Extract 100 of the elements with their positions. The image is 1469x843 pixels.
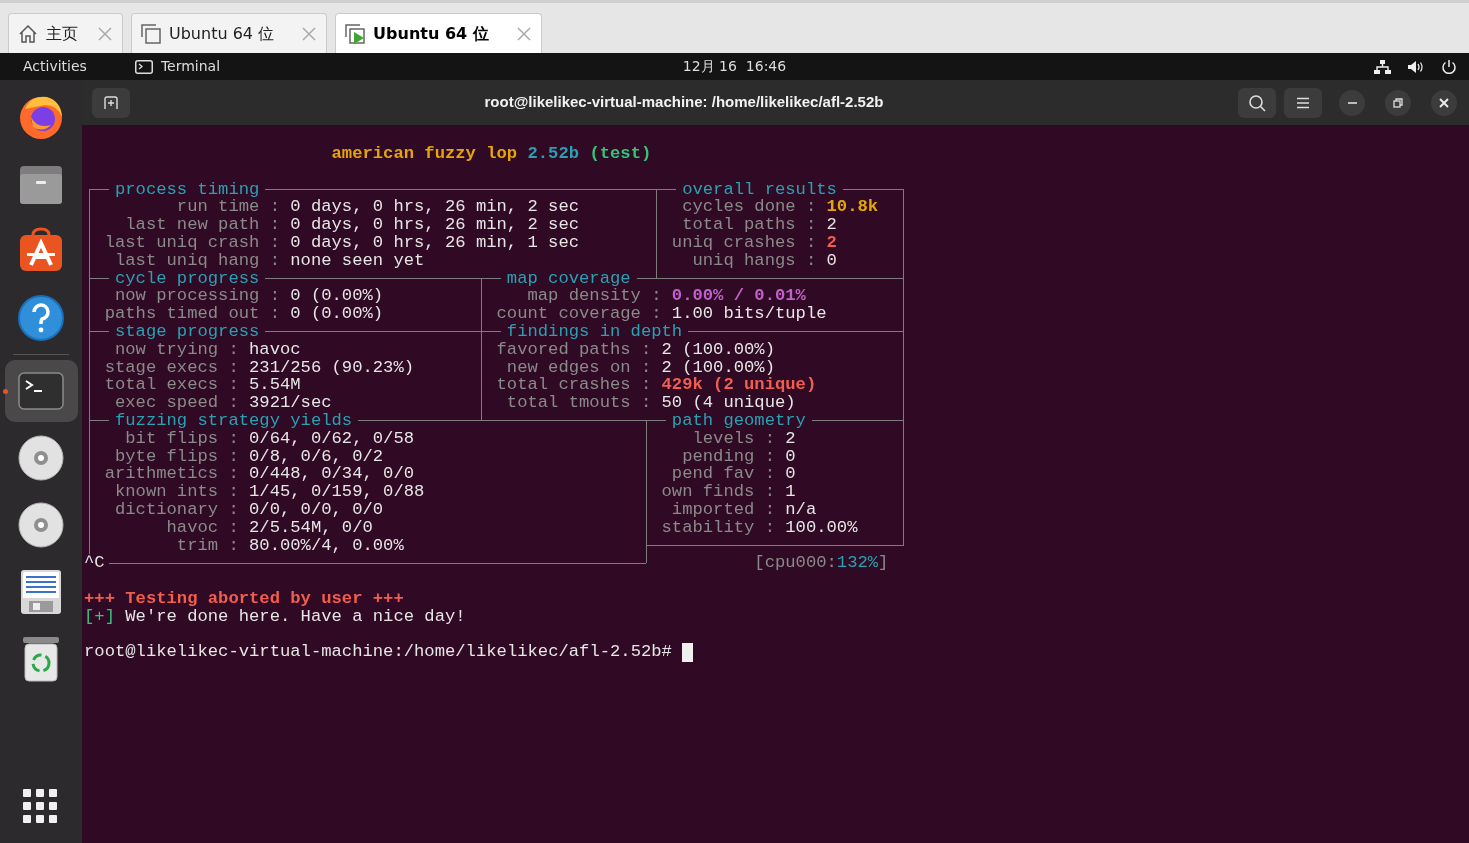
stat-label: total execs : bbox=[104, 376, 239, 395]
message-text: We're done here. Have a nice day! bbox=[125, 607, 466, 626]
disc-icon[interactable] bbox=[17, 434, 65, 482]
home-icon bbox=[18, 23, 38, 44]
stat-value: 2 (100.00%) bbox=[661, 358, 775, 377]
stat-label: pending : bbox=[682, 447, 775, 466]
browser-tab[interactable]: Ubuntu 64 位 bbox=[131, 13, 328, 53]
close-icon bbox=[1438, 96, 1450, 109]
stat-label: total tmouts : bbox=[506, 394, 652, 412]
stat-value: 0.00% / 0.01% bbox=[671, 287, 806, 306]
stat-label: bit flips : bbox=[125, 429, 239, 448]
stat-value: 2 bbox=[826, 216, 837, 234]
stat-label: total paths : bbox=[682, 216, 817, 234]
restore-icon bbox=[1392, 96, 1404, 109]
stat-value: 231/256 (90.23%) bbox=[249, 358, 414, 377]
stat-value: 429k (2 unique) bbox=[661, 376, 817, 395]
restore-button[interactable] bbox=[1385, 89, 1411, 116]
stat-value: 3921/sec bbox=[249, 394, 332, 412]
stat-label: now trying : bbox=[114, 340, 239, 359]
text-cursor bbox=[682, 642, 694, 662]
stat-value: 100.00% bbox=[785, 518, 858, 537]
stat-value: 0 bbox=[785, 447, 796, 466]
stat-value: 2 bbox=[785, 429, 796, 448]
search-button[interactable] bbox=[1238, 87, 1276, 118]
stat-label: exec speed : bbox=[114, 394, 239, 412]
app-grid-icon[interactable] bbox=[23, 789, 59, 823]
stat-label: new edges on : bbox=[506, 358, 652, 377]
stat-label: havoc : bbox=[166, 518, 239, 537]
stat-value: 0/0, 0/0, 0/0 bbox=[249, 500, 384, 519]
activities-button[interactable]: Activities bbox=[23, 56, 87, 77]
stat-label: last uniq hang : bbox=[114, 251, 280, 270]
stat-value: 1.00 bits/tuple bbox=[671, 305, 827, 323]
stat-value: 0 days, 0 hrs, 26 min, 2 sec bbox=[290, 216, 579, 234]
error-message: +++ Testing aborted by user +++ bbox=[84, 589, 404, 608]
menu-icon bbox=[1296, 96, 1310, 109]
stat-label: favored paths : bbox=[496, 340, 652, 359]
new-tab-icon bbox=[103, 95, 119, 110]
stat-label: now processing : bbox=[114, 287, 280, 306]
stat-label: dictionary : bbox=[114, 500, 239, 519]
stat-value: 0 days, 0 hrs, 26 min, 2 sec bbox=[290, 198, 579, 217]
help-icon[interactable] bbox=[17, 294, 65, 342]
stat-value: 0 days, 0 hrs, 26 min, 1 sec bbox=[290, 234, 579, 252]
stat-label: last uniq crash : bbox=[104, 234, 280, 252]
stat-label: uniq hangs : bbox=[692, 251, 817, 270]
stat-label: arithmetics : bbox=[104, 465, 239, 484]
clock[interactable]: 12月 16 16:46 bbox=[682, 56, 787, 77]
stat-value: 50 (4 unique) bbox=[661, 394, 796, 412]
new-tab-button[interactable] bbox=[92, 87, 130, 118]
minimize-icon bbox=[1347, 101, 1357, 104]
network-icon[interactable] bbox=[1374, 59, 1391, 74]
stat-value: 2 (100.00%) bbox=[661, 340, 775, 359]
menu-button[interactable] bbox=[1284, 87, 1322, 118]
stat-value: 10.8k bbox=[826, 198, 879, 217]
stat-label: count coverage : bbox=[496, 305, 662, 323]
stat-value: 2/5.54M, 0/0 bbox=[249, 518, 373, 537]
stat-label: map density : bbox=[527, 287, 662, 306]
stat-label: run time : bbox=[176, 198, 280, 217]
search-icon bbox=[1248, 93, 1266, 112]
running-indicator bbox=[2, 389, 8, 394]
stat-value: 0/64, 0/62, 0/58 bbox=[249, 429, 414, 448]
stat-label: levels : bbox=[692, 429, 775, 448]
stat-label: trim : bbox=[176, 536, 239, 555]
terminal-icon bbox=[134, 59, 153, 74]
stat-value: n/a bbox=[785, 500, 817, 519]
window-title: root@likelikec-virtual-machine: /home/likelikec/afl-2.52b bbox=[483, 92, 885, 113]
stat-value: 1 bbox=[785, 483, 796, 501]
stat-value: 1/45, 0/159, 0/88 bbox=[249, 483, 425, 501]
volume-icon[interactable] bbox=[1407, 59, 1425, 74]
close-button[interactable] bbox=[1431, 89, 1457, 116]
power-icon[interactable] bbox=[1441, 58, 1457, 75]
stat-value: 0 (0.00%) bbox=[290, 305, 384, 323]
stat-value: 0/448, 0/34, 0/0 bbox=[249, 465, 414, 484]
app-menu-label[interactable]: Terminal bbox=[160, 56, 221, 77]
stat-label: stability : bbox=[661, 518, 775, 537]
shell-prompt: root@likelikec-virtual-machine:/home/likelikec/afl-2.52b# bbox=[84, 643, 672, 662]
stat-label: paths timed out : bbox=[104, 305, 280, 323]
stat-label: own finds : bbox=[661, 483, 775, 501]
stat-value: none seen yet bbox=[290, 251, 425, 270]
stat-value: 0 bbox=[826, 251, 837, 270]
minimize-button[interactable] bbox=[1339, 89, 1365, 116]
browser-tab[interactable]: 主页 bbox=[8, 13, 123, 53]
stat-label: pend fav : bbox=[671, 465, 775, 484]
stat-label: imported : bbox=[671, 500, 775, 519]
stat-label: known ints : bbox=[114, 483, 239, 501]
window-icon bbox=[141, 23, 161, 44]
stat-value: 80.00%/4, 0.00% bbox=[249, 536, 404, 555]
stat-label: last new path : bbox=[125, 216, 280, 234]
stat-value: 5.54M bbox=[249, 376, 301, 395]
browser-tab[interactable]: Ubuntu 64 位 bbox=[335, 13, 542, 53]
stat-value: havoc bbox=[249, 340, 301, 359]
banner-title: american fuzzy lop 2.52b (test) bbox=[331, 145, 652, 163]
cpu-load-text: [cpu000:132%] bbox=[754, 554, 889, 573]
stat-label: stage execs : bbox=[104, 358, 239, 377]
status-marker: [+] bbox=[84, 607, 115, 626]
disc-icon[interactable] bbox=[17, 501, 65, 549]
stat-label: cycles done : bbox=[682, 198, 817, 217]
stat-label: uniq crashes : bbox=[671, 234, 817, 252]
stat-label: byte flips : bbox=[114, 447, 239, 466]
play-window-icon bbox=[345, 23, 366, 44]
stat-value: 0 bbox=[785, 465, 796, 484]
